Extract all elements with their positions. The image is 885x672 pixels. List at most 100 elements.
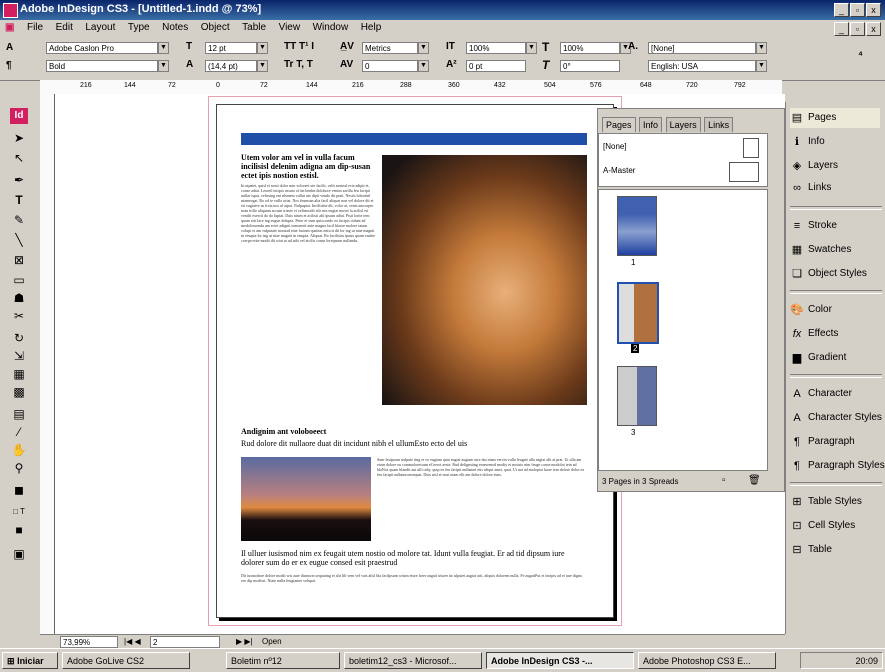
horizontal-scale-field[interactable]: 100% — [560, 42, 620, 54]
character-style-dropdown[interactable]: ▼ — [756, 42, 767, 54]
selection-tool-icon[interactable]: ➤ — [10, 130, 28, 146]
dock-links[interactable]: ∞ Links — [790, 178, 831, 198]
scale-tool-icon[interactable]: ⇲ — [10, 348, 28, 364]
master-a-thumb[interactable] — [729, 162, 759, 182]
all-caps-icon[interactable]: TT T¹ I — [284, 41, 314, 52]
minimize-button[interactable]: _ — [834, 3, 849, 17]
menu-table[interactable]: Table — [237, 20, 271, 35]
font-family-dropdown[interactable]: ▼ — [158, 42, 169, 54]
leading-field[interactable]: (14,4 pt) — [205, 60, 257, 72]
fill-stroke-icon[interactable]: ◼ — [10, 482, 28, 498]
dock-paragraph-styles[interactable]: ¶ Paragraph Styles — [790, 456, 885, 476]
font-style-field[interactable]: Bold — [46, 60, 158, 72]
dock-pages[interactable]: ▤ Pages — [790, 108, 880, 128]
dock-swatches[interactable]: ▦ Swatches — [790, 240, 852, 260]
gradient-tool-icon[interactable]: ▦ — [10, 366, 28, 382]
kerning-dropdown[interactable]: ▼ — [418, 42, 429, 54]
normal-view-mode-icon[interactable]: ▣ — [10, 546, 28, 562]
rectangle-tool-icon[interactable]: ▭ — [10, 272, 28, 288]
dock-gradient[interactable]: ▆ Gradient — [790, 348, 847, 368]
city-skyline-photo[interactable] — [241, 457, 371, 541]
dock-table-styles[interactable]: ⊞ Table Styles — [790, 492, 862, 512]
delete-page-icon[interactable]: 🗑 — [748, 475, 761, 486]
pen-tool-icon[interactable]: ✒ — [10, 172, 28, 188]
maximize-button[interactable]: ▫ — [850, 3, 865, 17]
close-button[interactable]: x — [866, 3, 881, 17]
menu-edit[interactable]: Edit — [51, 20, 78, 35]
menu-layout[interactable]: Layout — [80, 20, 120, 35]
dock-effects[interactable]: fx Effects — [790, 324, 839, 344]
tab-pages[interactable]: Pages — [602, 117, 636, 132]
dock-paragraph[interactable]: ¶ Paragraph — [790, 432, 855, 452]
tab-layers[interactable]: Layers — [665, 117, 701, 132]
hand-tool-icon[interactable]: ✋ — [10, 442, 28, 458]
master-none-thumb[interactable] — [743, 138, 759, 158]
dock-stroke[interactable]: ≡ Stroke — [790, 216, 837, 236]
character-style-field[interactable]: [None] — [648, 42, 756, 54]
tracking-field[interactable]: 0 — [362, 60, 418, 72]
page-3-thumb[interactable] — [617, 366, 657, 426]
page-number-field[interactable]: 2 — [150, 636, 220, 648]
document-icon[interactable]: ▣ — [0, 20, 19, 35]
next-page-icon[interactable]: ▶ ▶| — [236, 637, 253, 646]
font-style-dropdown[interactable]: ▼ — [158, 60, 169, 72]
font-size-dropdown[interactable]: ▼ — [257, 42, 268, 54]
character-mode-icon[interactable]: A — [6, 42, 13, 53]
baseline-shift-field[interactable]: 0 pt — [466, 60, 526, 72]
skew-field[interactable]: 0° — [560, 60, 620, 72]
rotate-tool-icon[interactable]: ↻ — [10, 330, 28, 346]
eyedropper-tool-icon[interactable]: ⁄ — [10, 424, 28, 440]
gradient-feather-tool-icon[interactable]: ▩ — [10, 384, 28, 400]
first-page-icon[interactable]: |◀ ◀ — [124, 637, 141, 646]
language-dropdown[interactable]: ▼ — [756, 60, 767, 72]
article-heading-3[interactable]: Il ulluer iusismod nim ex feugait utem n… — [241, 549, 587, 567]
doc-minimize-button[interactable]: _ — [834, 22, 849, 36]
tracking-dropdown[interactable]: ▼ — [418, 60, 429, 72]
note-tool-icon[interactable]: ▤ — [10, 406, 28, 422]
article-body-2[interactable]: Sum feuipsam nulpute ting et vo eugiam q… — [377, 457, 587, 541]
open-label[interactable]: Open — [262, 637, 282, 646]
article-heading-1[interactable]: Utem volor am vel in vulla facum incilis… — [241, 153, 377, 180]
paragraph-mode-icon[interactable]: ¶ — [6, 60, 12, 71]
dock-layers[interactable]: ◈ Layers — [790, 156, 838, 176]
vertical-scale-dropdown[interactable]: ▼ — [526, 42, 537, 54]
master-none[interactable]: [None] — [603, 142, 627, 151]
article-heading-2[interactable]: Andignim ant voloboeect — [241, 427, 587, 436]
tab-links[interactable]: Links — [704, 117, 734, 132]
dock-character[interactable]: A Character — [790, 384, 852, 404]
menu-help[interactable]: Help — [356, 20, 387, 35]
button-tool-icon[interactable]: ☗ — [10, 290, 28, 306]
start-button[interactable]: ⊞ Iniciar — [2, 652, 58, 669]
small-caps-icon[interactable]: Tr T, T — [284, 59, 313, 70]
page-1-thumb[interactable] — [617, 196, 657, 256]
tab-info[interactable]: Info — [639, 117, 663, 132]
menu-window[interactable]: Window — [308, 20, 354, 35]
doc-close-button[interactable]: x — [866, 22, 881, 36]
font-size-field[interactable]: 12 pt — [205, 42, 257, 54]
task-indesign[interactable]: Adobe InDesign CS3 -... — [486, 652, 634, 669]
menu-object[interactable]: Object — [196, 20, 235, 35]
doc-restore-button[interactable]: ▫ — [850, 22, 865, 36]
menu-notes[interactable]: Notes — [157, 20, 193, 35]
dock-cell-styles[interactable]: ⊡ Cell Styles — [790, 516, 855, 536]
apply-color-icon[interactable]: ■ — [10, 522, 28, 538]
article-body-3[interactable]: Dit iusmodore dolore modit wis aute diam… — [241, 573, 587, 593]
kerning-field[interactable]: Metrics — [362, 42, 418, 54]
new-page-icon[interactable]: ▫ — [722, 475, 726, 486]
menu-view[interactable]: View — [274, 20, 306, 35]
line-tool-icon[interactable]: ╲ — [10, 232, 28, 248]
dock-color[interactable]: 🎨 Color — [790, 300, 832, 320]
font-family-field[interactable]: Adobe Caslon Pro — [46, 42, 158, 54]
handshake-photo[interactable] — [382, 155, 587, 405]
dock-object-styles[interactable]: ❏ Object Styles — [790, 264, 867, 284]
task-word[interactable]: boletim12_cs3 - Microsof... — [344, 652, 482, 669]
pencil-tool-icon[interactable]: ✎ — [10, 212, 28, 228]
dock-table[interactable]: ⊟ Table — [790, 540, 832, 560]
dock-info[interactable]: ℹ Info — [790, 132, 825, 152]
task-photoshop[interactable]: Adobe Photoshop CS3 E... — [638, 652, 776, 669]
language-field[interactable]: English: USA — [648, 60, 756, 72]
vertical-scale-field[interactable]: 100% — [466, 42, 526, 54]
formatting-container-icon[interactable]: □ T — [10, 504, 28, 520]
task-golive[interactable]: Adobe GoLive CS2 — [62, 652, 190, 669]
document-page[interactable]: Utem volor am vel in vulla facum incilis… — [216, 104, 614, 618]
